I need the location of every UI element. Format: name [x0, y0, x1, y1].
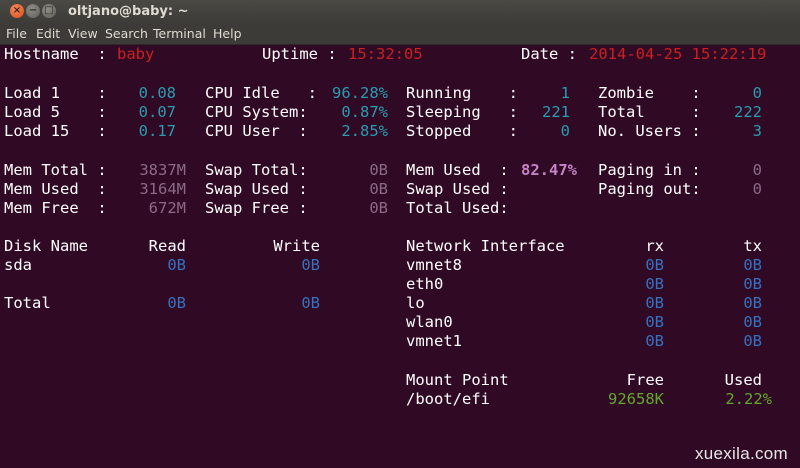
net-row-rx: 0B — [645, 332, 664, 350]
mem-free-label: Mem Free : — [4, 199, 107, 217]
paging-out-label: Paging out: — [598, 180, 701, 198]
mem-used-pct-value: 82.47% — [521, 161, 577, 179]
total-used-label: Total Used: — [406, 199, 509, 217]
minimize-icon[interactable]: − — [26, 4, 40, 18]
disk-write-header: Write — [273, 237, 320, 255]
swap-used-label: Swap Used : — [205, 180, 308, 198]
swap-free-label: Swap Free : — [205, 199, 308, 217]
mem-total-label: Mem Total : — [4, 161, 107, 179]
hostname-label: Hostname : — [4, 45, 107, 63]
hostname-value: baby — [117, 45, 155, 63]
menu-edit[interactable]: Edit — [36, 26, 60, 41]
net-row-rx: 0B — [645, 275, 664, 293]
net-name-header: Network Interface — [406, 237, 565, 255]
net-row-tx: 0B — [743, 332, 762, 350]
menu-terminal[interactable]: Terminal — [153, 26, 206, 41]
menu-help[interactable]: Help — [213, 26, 242, 41]
disk-total-name: Total — [4, 294, 51, 312]
uptime-value: 15:32:05 — [348, 45, 423, 63]
net-row-name: eth0 — [406, 275, 444, 293]
mem-used-value: 3164M — [139, 180, 186, 198]
load5-label: Load 5 : — [4, 103, 107, 121]
cpu-idle-value: 96.28% — [332, 84, 388, 102]
net-row-rx: 0B — [645, 294, 664, 312]
maximize-icon[interactable]: □ — [42, 4, 56, 18]
stopped-label: Stopped : — [406, 122, 518, 140]
sleeping-label: Sleeping : — [406, 103, 518, 121]
mount-used-header: Used — [724, 371, 762, 389]
date-value: 2014-04-25 15:22:19 — [589, 45, 767, 63]
swap-free-value: 0B — [369, 199, 388, 217]
swap-used-value: 0B — [369, 180, 388, 198]
net-row-tx: 0B — [743, 294, 762, 312]
cpu-system-value: 0.87% — [341, 103, 388, 121]
net-row-tx: 0B — [743, 256, 762, 274]
window-title: oltjano@baby: ~ — [68, 4, 189, 19]
stopped-value: 0 — [560, 122, 570, 140]
load1-value: 0.08 — [138, 84, 176, 102]
net-row-tx: 0B — [743, 313, 762, 331]
net-row-name: vmnet1 — [406, 332, 462, 350]
disk-read-header: Read — [148, 237, 186, 255]
net-row-name: wlan0 — [406, 313, 453, 331]
mem-used-pct-label: Mem Used : — [406, 161, 509, 179]
sleeping-value: 221 — [542, 103, 570, 121]
mem-used-label: Mem Used : — [4, 180, 107, 198]
disk-total-read: 0B — [167, 294, 186, 312]
title-bar: × − □ oltjano@baby: ~ — [0, 0, 800, 24]
zombie-label: Zombie : — [598, 84, 701, 102]
mount-free-header: Free — [626, 371, 664, 389]
close-icon[interactable]: × — [10, 4, 24, 18]
mount-row-used: 2.22% — [725, 390, 772, 408]
net-row-name: lo — [406, 294, 425, 312]
disk-row-write: 0B — [301, 256, 320, 274]
zombie-value: 0 — [752, 84, 762, 102]
load1-label: Load 1 : — [4, 84, 107, 102]
mem-total-value: 3837M — [139, 161, 186, 179]
users-value: 3 — [752, 122, 762, 140]
disk-name-header: Disk Name — [4, 237, 88, 255]
date-label: Date : — [521, 45, 577, 63]
running-value: 1 — [560, 84, 570, 102]
net-row-rx: 0B — [645, 313, 664, 331]
load5-value: 0.07 — [138, 103, 176, 121]
total-procs-label: Total : — [598, 103, 701, 121]
swap-total-label: Swap Total: — [205, 161, 308, 179]
load15-label: Load 15 : — [4, 122, 107, 140]
cpu-idle-label: CPU Idle : — [205, 84, 317, 102]
disk-row-read: 0B — [167, 256, 186, 274]
swap-used2-label: Swap Used : — [406, 180, 509, 198]
running-label: Running : — [406, 84, 518, 102]
mount-row-free: 92658K — [608, 390, 664, 408]
terminal-content[interactable]: Hostname : baby Uptime : 15:32:05 Date :… — [0, 45, 800, 468]
menu-bar: File Edit View Search Terminal Help — [0, 24, 800, 45]
net-row-name: vmnet8 — [406, 256, 462, 274]
cpu-user-label: CPU User : — [205, 122, 308, 140]
disk-total-write: 0B — [301, 294, 320, 312]
mem-free-value: 672M — [148, 199, 186, 217]
net-row-rx: 0B — [645, 256, 664, 274]
menu-view[interactable]: View — [68, 26, 98, 41]
menu-file[interactable]: File — [6, 26, 27, 41]
load15-value: 0.17 — [138, 122, 176, 140]
paging-in-value: 0 — [752, 161, 762, 179]
menu-search[interactable]: Search — [105, 26, 148, 41]
paging-out-value: 0 — [752, 180, 762, 198]
swap-total-value: 0B — [369, 161, 388, 179]
watermark: xuexila.com — [694, 444, 788, 463]
cpu-user-value: 2.85% — [341, 122, 388, 140]
net-rx-header: rx — [645, 237, 664, 255]
cpu-system-label: CPU System: — [205, 103, 308, 121]
disk-row-name: sda — [4, 256, 32, 274]
net-tx-header: tx — [743, 237, 762, 255]
mount-row-point: /boot/efi — [406, 390, 490, 408]
mount-point-header: Mount Point — [406, 371, 509, 389]
terminal-window: × − □ oltjano@baby: ~ File Edit View Sea… — [0, 0, 800, 468]
users-label: No. Users : — [598, 122, 701, 140]
paging-in-label: Paging in : — [598, 161, 701, 179]
uptime-label: Uptime : — [262, 45, 337, 63]
total-procs-value: 222 — [734, 103, 762, 121]
net-row-tx: 0B — [743, 275, 762, 293]
